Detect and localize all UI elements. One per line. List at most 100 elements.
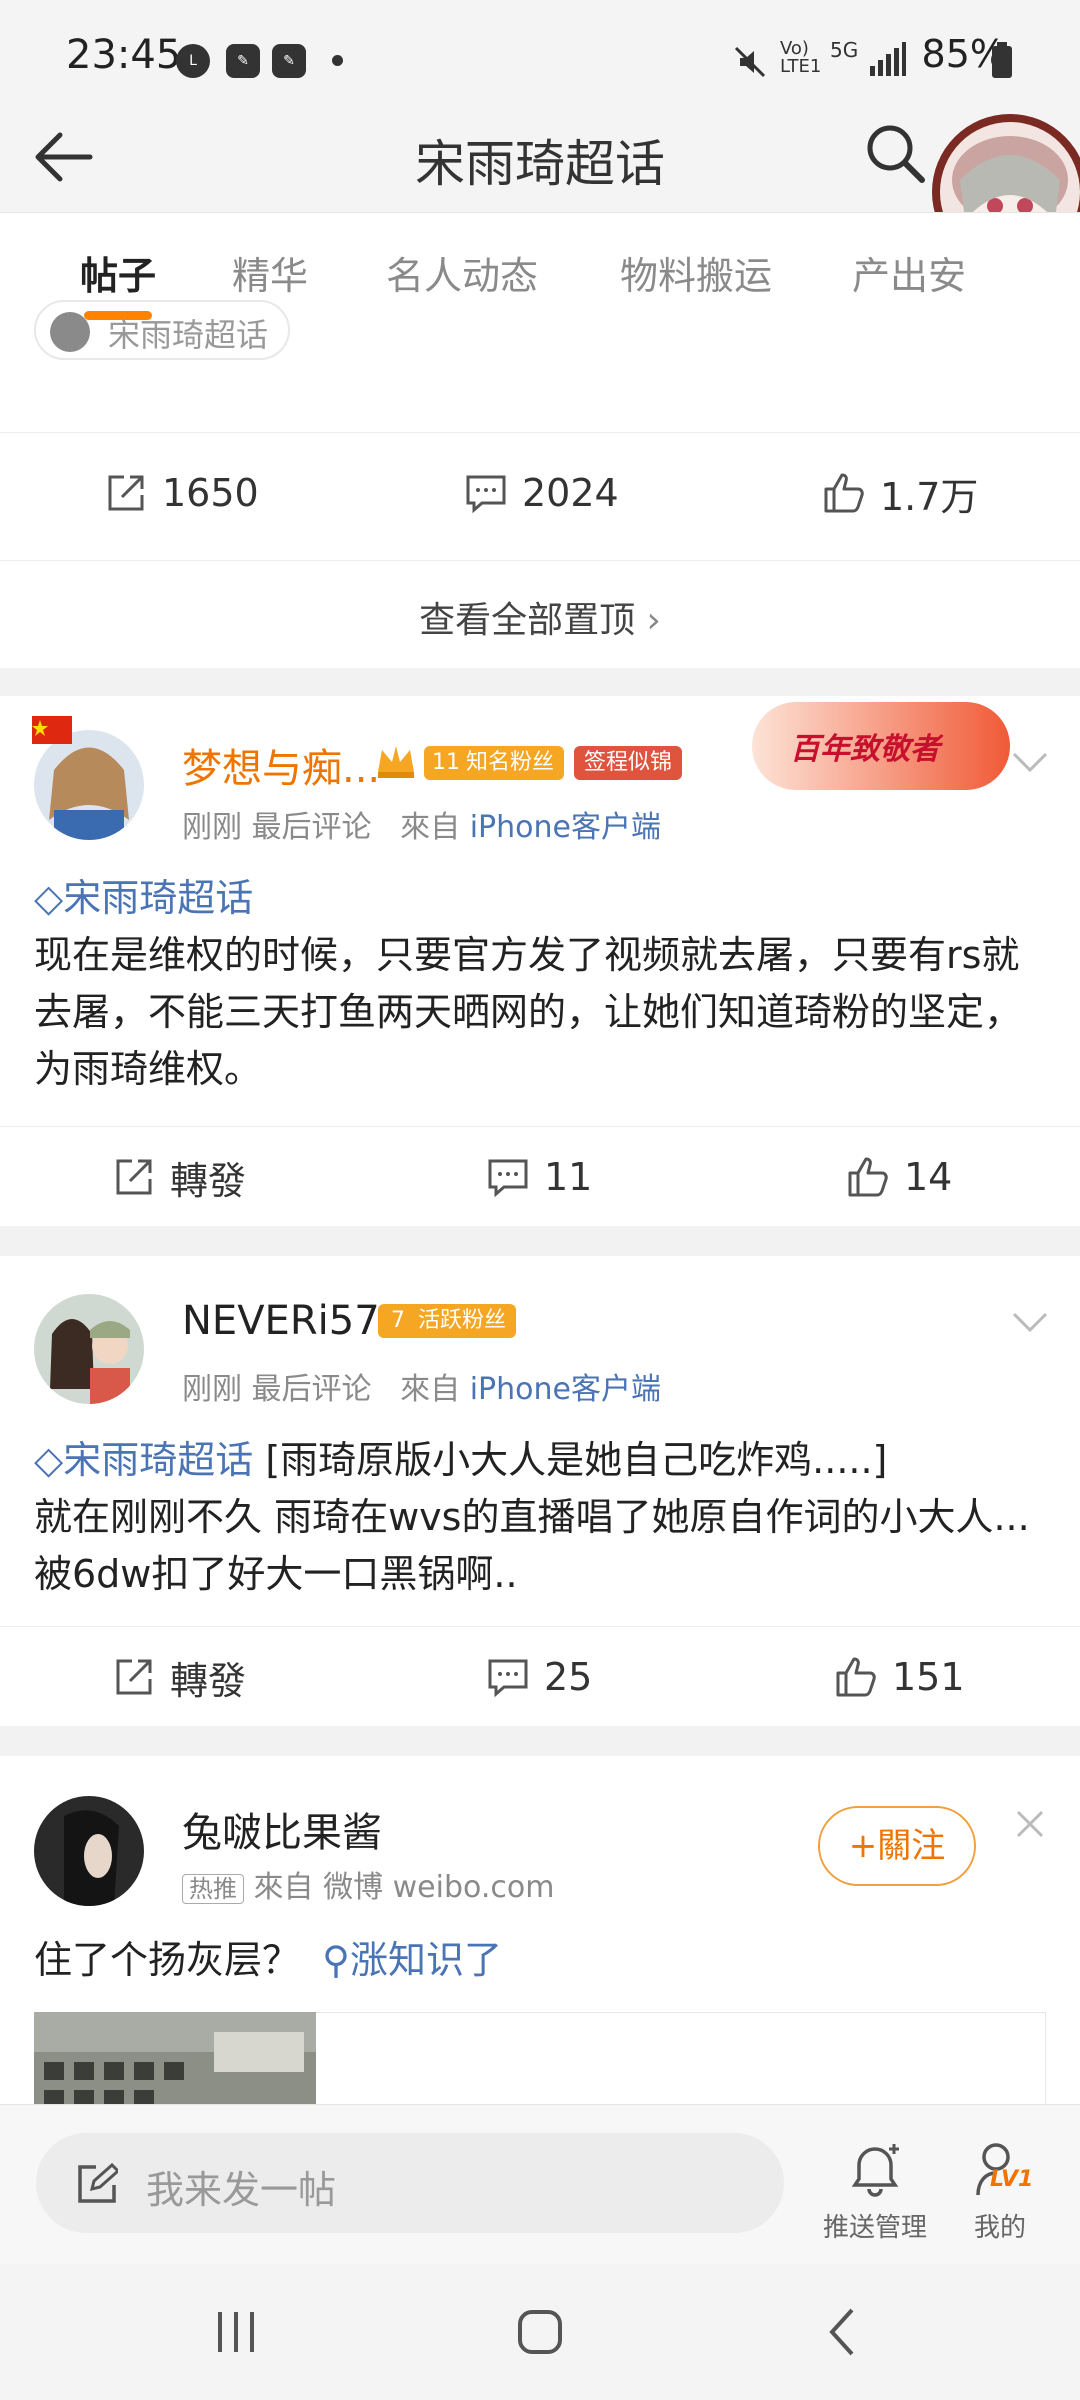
post-source: 微博 weibo.com [323, 1870, 555, 1905]
post-meta: 刚刚 最后评论 來自 iPhone客户端 [182, 802, 661, 846]
post-author-avatar[interactable] [34, 1796, 144, 1906]
fan-level-number: 7 [391, 1308, 405, 1333]
compose-post-input[interactable]: 我来发一帖 [36, 2133, 784, 2233]
line-icon: L [176, 44, 210, 78]
tab-featured[interactable]: 精华 [232, 245, 308, 300]
post-meta: 热推 來自 微博 weibo.com [182, 1862, 554, 1906]
post-card[interactable]: 梦想与痴... 11 知名粉丝 签程似锦 百年致敬者 刚刚 最后评论 來自 iP… [0, 696, 1080, 1226]
recent-apps-icon[interactable] [206, 2302, 266, 2362]
topic-link[interactable]: ◇宋雨琦超话 [34, 876, 253, 920]
comment-button[interactable]: 25 [486, 1627, 592, 1727]
from-label: 來自 [253, 1870, 314, 1905]
notification-icon: ✎ [226, 44, 260, 78]
pinned-post[interactable]: 宋雨琦超话 1650 2024 1.7万 [0, 300, 1080, 560]
like-count: 151 [892, 1655, 965, 1699]
fan-level-label: 知名粉丝 [466, 750, 555, 775]
push-management-button[interactable]: 推送管理 [820, 2133, 930, 2243]
post-headline: [雨琦原版小大人是她自己吃炸鸡.....] [253, 1438, 888, 1482]
share-button[interactable]: 1650 [104, 433, 259, 553]
diamond-icon: ◇ [34, 876, 64, 920]
link-text[interactable]: ⚲涨知识了 [322, 1938, 502, 1982]
post-body: ◇宋雨琦超话 [雨琦原版小大人是她自己吃炸鸡.....] 就在刚刚不久 雨琦在w… [34, 1432, 1054, 1603]
from-label: 來自 [400, 810, 461, 845]
crown-icon [378, 746, 414, 778]
topic-chip[interactable]: 宋雨琦超话 [34, 300, 290, 360]
system-back-icon[interactable] [812, 2302, 872, 2362]
home-icon[interactable] [508, 2302, 572, 2362]
comment-icon [466, 475, 506, 514]
post-source[interactable]: iPhone客户端 [470, 810, 661, 845]
like-count: 14 [904, 1155, 953, 1199]
comment-button[interactable]: 2024 [464, 433, 619, 553]
hot-tag: 热推 [182, 1874, 244, 1904]
repost-label: 轉發 [170, 1158, 247, 1203]
recommended-post-card[interactable]: 兔啵比果酱 热推 來自 微博 weibo.com +關注 住了个扬灰层？ ⚲涨知… [0, 1756, 1080, 2104]
comment-button[interactable]: 11 [486, 1127, 592, 1227]
notification-icon: ✎ [272, 44, 306, 78]
fan-level-badge: 7 活跃粉丝 [378, 1304, 517, 1338]
thumbs-up-icon [848, 1157, 888, 1197]
chevron-down-icon[interactable] [1008, 740, 1052, 784]
share-count: 1650 [162, 471, 259, 515]
my-profile-label: 我的 [973, 2213, 1026, 2243]
tab-materials[interactable]: 物料搬运 [620, 245, 772, 300]
link-icon: ⚲ [322, 1938, 350, 1982]
fan-level-label: 活跃粉丝 [418, 1308, 507, 1333]
thumbs-up-icon [824, 473, 864, 513]
post-time: 刚刚 最后评论 [182, 810, 372, 845]
like-count: 1.7万 [880, 474, 979, 519]
post-image[interactable] [34, 2012, 316, 2104]
like-button[interactable]: 1.7万 [822, 433, 978, 553]
like-button[interactable]: 14 [846, 1127, 952, 1227]
tab-posts[interactable]: 帖子 [80, 245, 156, 300]
comment-icon [488, 1159, 528, 1198]
post-body: ◇宋雨琦超话 现在是维权的时候，只要官方发了视频就去屠，只要有rs就去屠，不能三… [34, 870, 1054, 1098]
post-author-name[interactable]: 兔啵比果酱 [182, 1800, 382, 1858]
topic-link[interactable]: ◇宋雨琦超话 [34, 1438, 253, 1482]
lte-icon: Vo) LTE1 [780, 38, 822, 77]
topic-chip-label: 宋雨琦超话 [108, 316, 269, 354]
post-author-name[interactable]: 梦想与痴... [182, 736, 380, 794]
repost-button[interactable]: 轉發 [112, 1127, 246, 1227]
edit-icon [78, 2163, 118, 2203]
post-author-avatar[interactable] [34, 730, 144, 850]
post-text: 就在刚刚不久 雨琦在wvs的直播唱了她原自作词的小大人...被6dw扣了好大一口… [34, 1495, 1030, 1596]
post-card[interactable]: NEVERi57 7 活跃粉丝 刚刚 最后评论 來自 iPhone客户端 ◇宋雨… [0, 1256, 1080, 1726]
honor-banner: 百年致敬者 [752, 702, 1010, 790]
thumbs-up-icon [836, 1657, 876, 1697]
my-profile-button[interactable]: LV1 我的 [960, 2133, 1040, 2243]
tab-celebrity-news[interactable]: 名人动态 [386, 245, 538, 300]
bell-icon [851, 2144, 899, 2197]
post-actions: 轉發 11 14 [0, 1126, 1080, 1228]
follow-button[interactable]: +關注 [818, 1806, 976, 1886]
mute-icon [734, 46, 766, 78]
search-icon[interactable] [860, 118, 930, 188]
post-author-name[interactable]: NEVERi57 [182, 1298, 380, 1344]
chevron-right-icon: › [646, 600, 661, 641]
fan-level-number: 11 [432, 750, 460, 775]
post-text: 住了个扬灰层？ [34, 1938, 301, 1982]
like-button[interactable]: 151 [834, 1627, 965, 1727]
battery-icon [992, 42, 1012, 78]
post-time: 刚刚 最后评论 [182, 1372, 372, 1407]
fan-title-badge: 签程似锦 [574, 746, 683, 780]
share-icon [108, 475, 144, 511]
tab-output[interactable]: 产出安 [852, 245, 966, 300]
see-all-pinned-button[interactable]: 查看全部置顶 › [0, 560, 1080, 668]
status-bar: 23:45 L ✎ ✎ Vo) LTE1 5G 85% [0, 0, 1080, 110]
post-body: 住了个扬灰层？ ⚲涨知识了 [34, 1932, 1054, 1989]
post-source[interactable]: iPhone客户端 [470, 1372, 661, 1407]
honor-banner-text: 百年致敬者 [790, 732, 940, 767]
post-author-avatar[interactable] [34, 1294, 144, 1404]
from-label: 來自 [400, 1372, 461, 1407]
comment-icon [488, 1659, 528, 1698]
repost-button[interactable]: 轉發 [112, 1627, 246, 1727]
diamond-icon: ◇ [34, 1438, 64, 1482]
pinned-actions: 1650 2024 1.7万 [0, 432, 1080, 560]
chevron-down-icon[interactable] [1008, 1300, 1052, 1344]
close-icon[interactable] [1012, 1806, 1048, 1842]
signal-icon [870, 42, 906, 76]
system-nav-bar [0, 2264, 1080, 2400]
bottom-toolbar: 我来发一帖 推送管理 LV1 我的 [0, 2104, 1080, 2264]
repost-label: 轉發 [170, 1658, 247, 1703]
